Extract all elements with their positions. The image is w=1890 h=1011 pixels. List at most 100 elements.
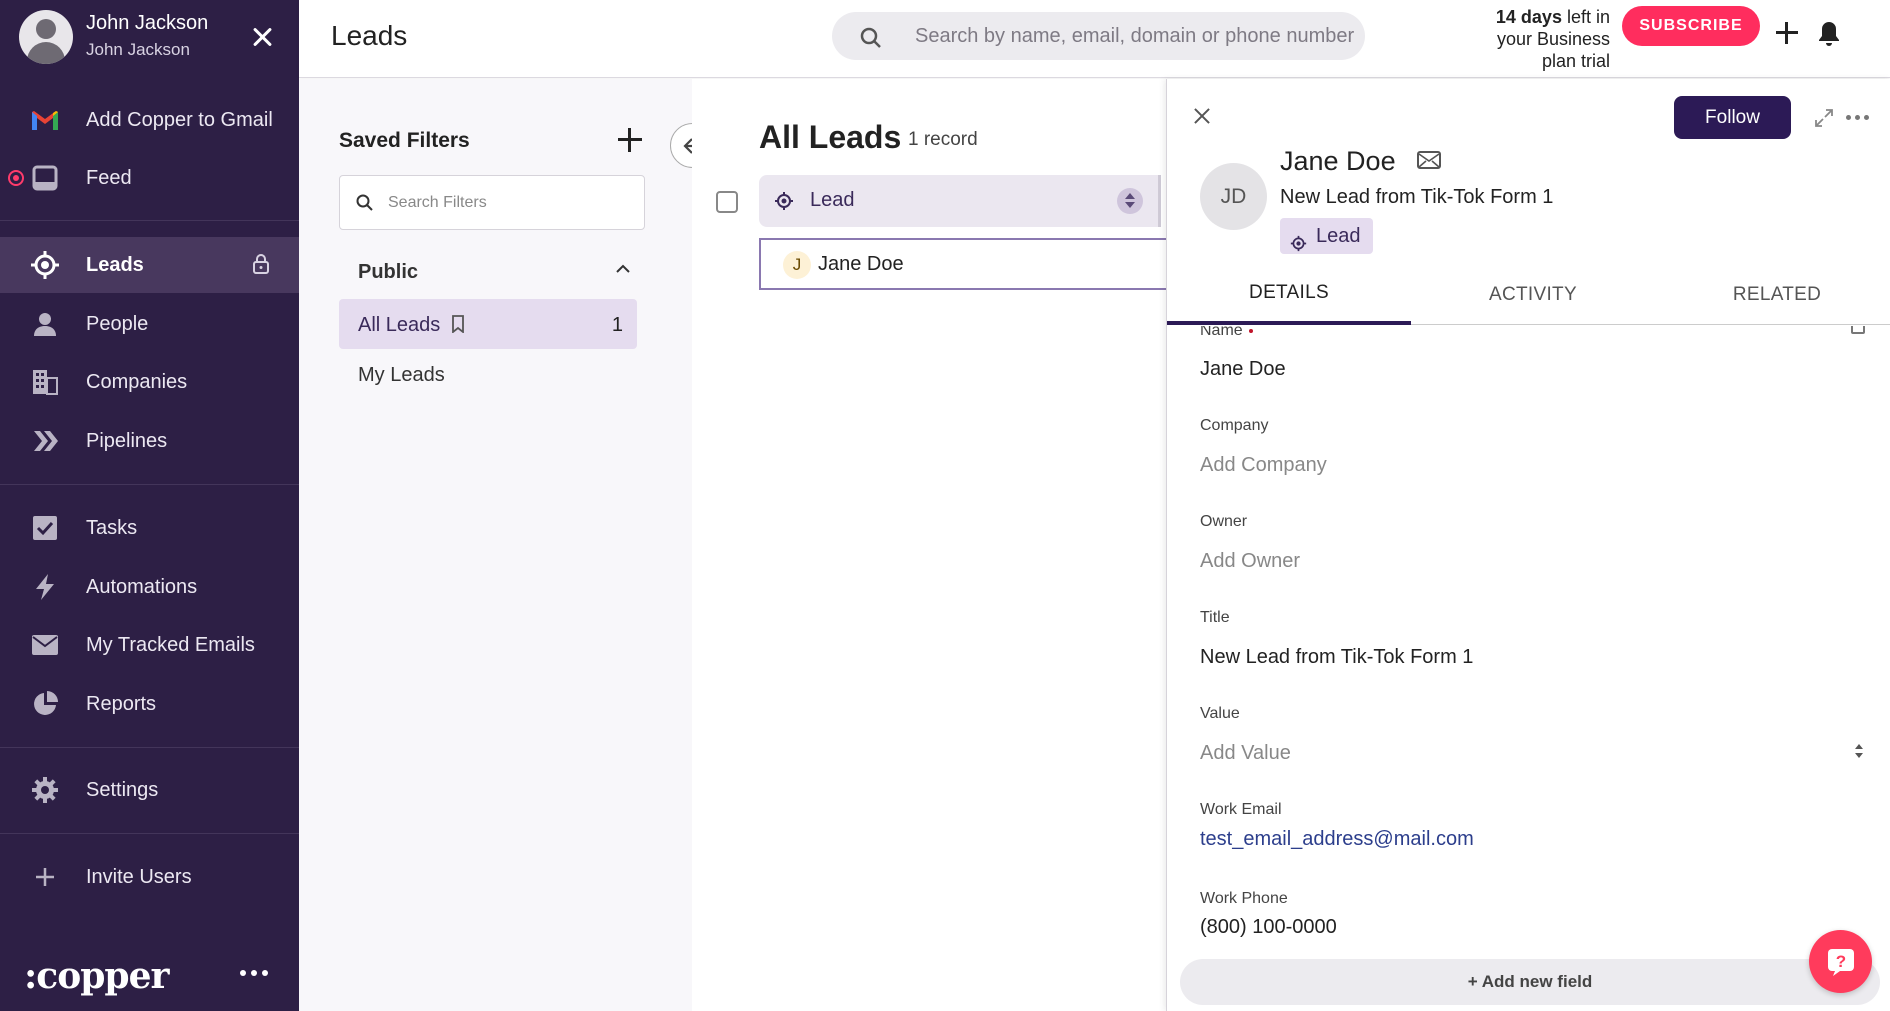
field-value-work-email[interactable]: test_email_address@mail.com [1200, 828, 1474, 851]
user-subtitle: John Jackson [86, 40, 190, 59]
svg-text:?: ? [1835, 952, 1845, 971]
field-value-work-phone[interactable]: (800) 100-0000 [1200, 916, 1337, 939]
search-input[interactable] [915, 22, 1355, 50]
row-name: Jane Doe [818, 253, 904, 275]
field-label-text: Name [1200, 326, 1243, 339]
table-row[interactable]: J Jane Doe [759, 238, 1167, 290]
lead-type-badge: Lead [1280, 218, 1373, 254]
sidebar-item-label: Invite Users [86, 865, 192, 888]
user-name: John Jackson [86, 12, 209, 34]
field-label-work-phone: Work Phone [1200, 890, 1288, 907]
lock-icon [251, 253, 271, 280]
field-label-title: Title [1200, 609, 1230, 626]
detail-tabs: DETAILS ACTIVITY RELATED [1167, 265, 1890, 325]
subscribe-button[interactable]: SUBSCRIBE [1622, 6, 1760, 46]
follow-button[interactable]: Follow [1674, 96, 1791, 139]
field-value-owner[interactable]: Add Owner [1200, 550, 1300, 573]
checkbox-icon [30, 513, 60, 543]
column-header-lead[interactable]: Lead [759, 175, 1159, 227]
sidebar-item-settings[interactable]: Settings [0, 762, 299, 818]
tab-details[interactable]: DETAILS [1167, 265, 1411, 325]
filter-search[interactable] [339, 175, 645, 230]
column-label: Lead [810, 189, 855, 211]
sidebar-item-invite-users[interactable]: Invite Users [0, 849, 299, 905]
sidebar-item-pipelines[interactable]: Pipelines [0, 413, 299, 469]
sidebar-item-label: Reports [86, 692, 157, 715]
sidebar-item-label: Companies [86, 370, 188, 393]
feed-icon [30, 163, 60, 193]
add-new-field-button[interactable]: + Add new field [1180, 959, 1880, 1005]
lead-detail-panel: Follow JD Jane Doe New Lead from Tik-Tok… [1166, 79, 1890, 1011]
global-search[interactable] [832, 12, 1365, 60]
user-avatar[interactable] [19, 10, 73, 64]
value-stepper-icon[interactable] [1853, 742, 1865, 762]
column-resize-handle[interactable] [1158, 175, 1161, 227]
email-icon[interactable] [1417, 151, 1441, 174]
field-label-name: Name [1200, 326, 1253, 340]
sidebar-item-automations[interactable]: Automations [0, 559, 299, 615]
help-button[interactable]: ? [1809, 930, 1872, 993]
add-filter-button[interactable] [617, 127, 643, 153]
leads-target-icon [30, 250, 60, 280]
chevron-up-icon[interactable] [613, 259, 633, 279]
sidebar-item-label: Feed [86, 166, 132, 189]
plus-icon [30, 862, 60, 892]
help-icon: ? [1827, 948, 1854, 976]
person-icon [30, 309, 60, 339]
sort-icon[interactable] [1117, 188, 1143, 214]
page-title: Leads [331, 20, 408, 51]
copy-icon[interactable] [1851, 326, 1865, 334]
sidebar-item-feed[interactable]: Feed [0, 150, 299, 206]
filter-item-my-leads[interactable]: My Leads [339, 349, 637, 399]
field-label-company: Company [1200, 417, 1269, 434]
select-all-checkbox[interactable] [716, 191, 738, 213]
filter-item-all-leads[interactable]: All Leads 1 [339, 299, 637, 349]
bookmark-icon[interactable] [451, 315, 465, 338]
sidebar-item-reports[interactable]: Reports [0, 676, 299, 732]
lead-name: Jane Doe [1280, 146, 1396, 176]
close-icon[interactable] [1192, 106, 1212, 126]
sidebar-item-tasks[interactable]: Tasks [0, 500, 299, 556]
required-indicator [1248, 328, 1253, 333]
sidebar-item-label: Settings [86, 778, 159, 801]
bell-icon[interactable] [1817, 20, 1841, 53]
tab-activity[interactable]: ACTIVITY [1411, 265, 1655, 325]
sidebar-item-companies[interactable]: Companies [0, 354, 299, 410]
field-value-name[interactable]: Jane Doe [1200, 358, 1286, 381]
chevrons-icon [30, 426, 60, 456]
sidebar-item-people[interactable]: People [0, 296, 299, 352]
divider [0, 220, 299, 221]
sidebar-item-label: Tasks [86, 516, 138, 539]
trial-notice: 14 days left in your Business plan trial [1444, 6, 1610, 72]
more-icon[interactable] [240, 968, 270, 978]
lead-subtitle: New Lead from Tik-Tok Form 1 [1280, 186, 1554, 208]
lightning-icon [30, 572, 60, 602]
envelope-icon [30, 630, 60, 660]
add-icon[interactable] [1774, 20, 1800, 46]
expand-icon[interactable] [1814, 108, 1834, 133]
field-value-value[interactable]: Add Value [1200, 742, 1291, 765]
close-icon[interactable] [247, 22, 277, 52]
field-value-company[interactable]: Add Company [1200, 454, 1327, 477]
divider [0, 484, 299, 485]
tab-related[interactable]: RELATED [1655, 265, 1890, 325]
filter-item-label: All Leads [358, 314, 441, 336]
field-label-work-email: Work Email [1200, 801, 1282, 818]
sidebar-item-tracked-emails[interactable]: My Tracked Emails [0, 617, 299, 673]
leads-target-icon [1290, 228, 1307, 264]
sidebar-item-gmail[interactable]: Add Copper to Gmail [0, 92, 299, 148]
trial-text: left in [1561, 7, 1610, 27]
filter-item-label: My Leads [358, 364, 445, 386]
divider [0, 833, 299, 834]
more-icon[interactable] [1846, 115, 1870, 121]
details-fields: Name Jane Doe Company Add Company Owner … [1167, 326, 1890, 966]
sidebar-item-label: People [86, 312, 149, 335]
top-bar: Leads 14 days left in your Business plan… [299, 0, 1890, 78]
filter-group-label: Public [358, 261, 419, 283]
building-icon [30, 367, 60, 397]
sidebar-item-label: Pipelines [86, 429, 168, 452]
sidebar-item-label: Automations [86, 575, 198, 598]
sidebar-item-leads[interactable]: Leads [0, 237, 299, 293]
field-value-title[interactable]: New Lead from Tik-Tok Form 1 [1200, 646, 1473, 669]
filter-search-input[interactable] [388, 192, 628, 214]
